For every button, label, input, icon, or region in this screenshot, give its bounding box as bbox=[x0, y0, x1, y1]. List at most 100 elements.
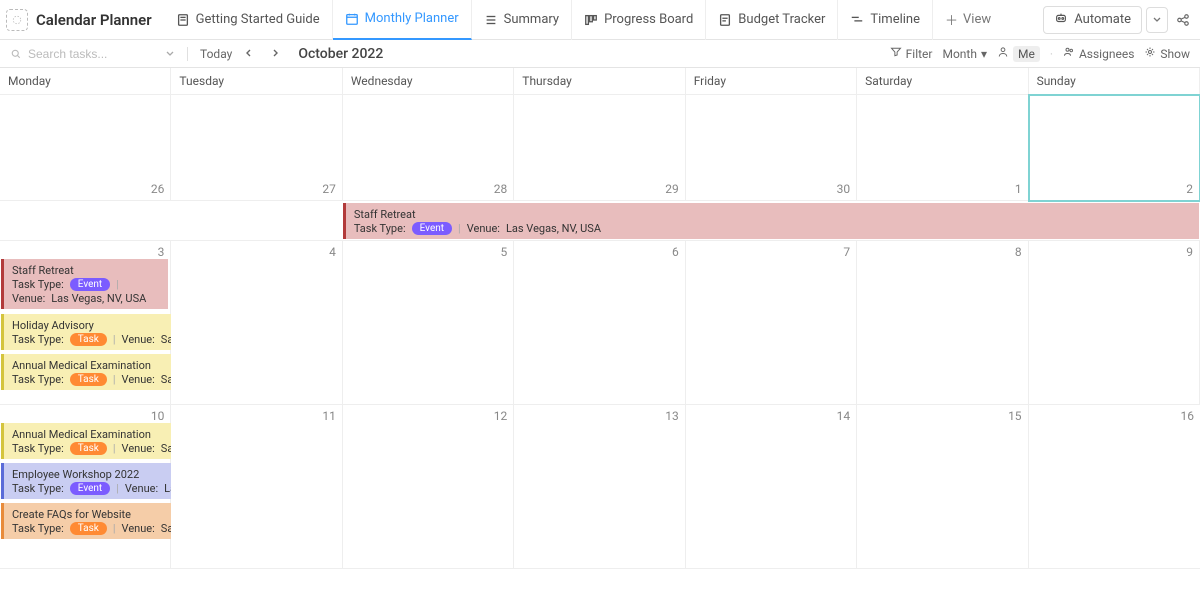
field-label: Venue: bbox=[122, 333, 155, 346]
weekday-header: Monday bbox=[0, 68, 171, 95]
calendar-cell[interactable]: 9 bbox=[1029, 241, 1200, 405]
calendar-cell[interactable]: 15 bbox=[857, 405, 1028, 569]
calendar-cell[interactable]: 3 Staff Retreat Task Type: Event | Venue… bbox=[0, 241, 171, 405]
separator: | bbox=[113, 442, 116, 455]
add-view-label: View bbox=[963, 12, 991, 27]
show-options[interactable]: Show bbox=[1144, 46, 1190, 61]
calendar-cell[interactable]: 28 Staff Retreat Task Type: Event | Venu… bbox=[343, 95, 514, 201]
assignees-label: Assignees bbox=[1079, 47, 1134, 61]
tab-timeline[interactable]: Timeline bbox=[838, 0, 933, 40]
field-label: Venue: bbox=[122, 522, 155, 535]
weekday-header: Sunday bbox=[1029, 68, 1200, 95]
robot-icon bbox=[1054, 11, 1068, 29]
calendar-cell[interactable]: 30 bbox=[686, 95, 857, 201]
weekday-header: Saturday bbox=[857, 68, 1028, 95]
dot-separator: · bbox=[1050, 47, 1053, 61]
automate-dropdown[interactable] bbox=[1146, 7, 1168, 33]
calendar-cell[interactable]: 12 bbox=[343, 405, 514, 569]
event-tag: Event bbox=[70, 278, 110, 291]
calendar-cell[interactable]: 8 bbox=[857, 241, 1028, 405]
event-staff-retreat[interactable]: Staff Retreat Task Type: Event | Venue: … bbox=[343, 203, 1199, 239]
tab-progress-board[interactable]: Progress Board bbox=[572, 0, 706, 40]
tab-label: Summary bbox=[504, 12, 559, 27]
field-label: Venue: bbox=[12, 292, 45, 305]
day-number: 11 bbox=[322, 409, 336, 423]
automate-button[interactable]: Automate bbox=[1043, 6, 1142, 34]
current-month-label: October 2022 bbox=[298, 46, 383, 62]
event-title: Employee Workshop 2022 bbox=[12, 468, 139, 481]
event-tag: Task bbox=[70, 333, 107, 346]
tab-label: Getting Started Guide bbox=[196, 12, 320, 27]
day-number: 15 bbox=[1008, 409, 1022, 423]
filter-button[interactable]: Filter bbox=[890, 46, 933, 61]
event-tag: Task bbox=[70, 373, 107, 386]
separator: | bbox=[113, 522, 116, 535]
search-input[interactable] bbox=[10, 45, 175, 63]
calendar-cell[interactable]: 26 bbox=[0, 95, 171, 201]
tab-label: Progress Board bbox=[604, 12, 693, 27]
calendar-cell[interactable]: 7 bbox=[686, 241, 857, 405]
calendar-cell[interactable]: 4 bbox=[171, 241, 342, 405]
event-venue: Las Vegas, NV, USA bbox=[51, 292, 146, 305]
next-month-button[interactable] bbox=[266, 47, 284, 61]
calendar-cell[interactable]: 1 bbox=[857, 95, 1028, 201]
event-title: Create FAQs for Website bbox=[12, 508, 131, 521]
calendar-cell[interactable]: 5 bbox=[343, 241, 514, 405]
doc-icon bbox=[718, 13, 732, 27]
field-label: Venue: bbox=[122, 442, 155, 455]
day-number: 5 bbox=[501, 245, 508, 259]
calendar-cell[interactable]: 6 bbox=[514, 241, 685, 405]
list-icon bbox=[484, 13, 498, 27]
me-label: Me bbox=[1013, 46, 1040, 62]
event-tag: Event bbox=[412, 222, 452, 235]
weekday-header: Friday bbox=[686, 68, 857, 95]
calendar-cell[interactable]: 13 bbox=[514, 405, 685, 569]
add-view-button[interactable]: ＋ View bbox=[933, 0, 1003, 40]
event-title: Annual Medical Examination bbox=[12, 428, 151, 441]
calendar-cell-today[interactable]: 2 bbox=[1029, 95, 1200, 201]
day-number: 26 bbox=[151, 182, 165, 196]
day-number: 28 bbox=[494, 182, 508, 196]
tab-budget-tracker[interactable]: Budget Tracker bbox=[706, 0, 838, 40]
tab-getting-started[interactable]: Getting Started Guide bbox=[164, 0, 333, 40]
tab-monthly-planner[interactable]: Monthly Planner bbox=[333, 0, 472, 40]
day-number: 8 bbox=[1015, 245, 1022, 259]
event-tag: Event bbox=[70, 482, 110, 495]
weekday-header: Wednesday bbox=[343, 68, 514, 95]
calendar-cell[interactable]: 29 bbox=[514, 95, 685, 201]
event-staff-retreat-cont[interactable]: Staff Retreat Task Type: Event | Venue: … bbox=[1, 259, 168, 309]
today-button[interactable]: Today bbox=[200, 47, 232, 61]
app-icon bbox=[6, 9, 28, 31]
prev-month-button[interactable] bbox=[240, 47, 258, 61]
calendar-cell[interactable]: 27 bbox=[171, 95, 342, 201]
chevron-down-icon[interactable] bbox=[165, 48, 175, 62]
filter-icon bbox=[890, 46, 902, 61]
page-title: Calendar Planner bbox=[36, 11, 152, 29]
day-number: 6 bbox=[672, 245, 679, 259]
day-number: 13 bbox=[665, 409, 679, 423]
weekday-header: Tuesday bbox=[171, 68, 342, 95]
calendar-cell[interactable]: 16 bbox=[1029, 405, 1200, 569]
day-number: 2 bbox=[1186, 182, 1193, 196]
view-mode-dropdown[interactable]: Month ▾ bbox=[942, 47, 987, 61]
event-title: Staff Retreat bbox=[354, 208, 416, 221]
assignees-filter[interactable]: Assignees bbox=[1063, 46, 1134, 61]
field-label: Task Type: bbox=[12, 482, 64, 495]
gear-icon bbox=[1144, 46, 1156, 61]
me-filter[interactable]: Me bbox=[997, 46, 1040, 62]
calendar-cell[interactable]: 10 Annual Medical Examination Task Type:… bbox=[0, 405, 171, 569]
person-icon bbox=[997, 46, 1009, 61]
field-label: Task Type: bbox=[12, 522, 64, 535]
plus-icon: ＋ bbox=[945, 10, 958, 29]
divider bbox=[187, 47, 188, 61]
tab-summary[interactable]: Summary bbox=[472, 0, 572, 40]
field-label: Venue: bbox=[122, 373, 155, 386]
calendar-cell[interactable]: 14 bbox=[686, 405, 857, 569]
tab-label: Timeline bbox=[870, 12, 920, 27]
day-number: 7 bbox=[843, 245, 850, 259]
share-button[interactable] bbox=[1172, 7, 1194, 33]
field-label: Task Type: bbox=[12, 278, 64, 291]
calendar-cell[interactable]: 11 bbox=[171, 405, 342, 569]
field-label: Venue: bbox=[467, 222, 500, 235]
field-label: Task Type: bbox=[12, 333, 64, 346]
